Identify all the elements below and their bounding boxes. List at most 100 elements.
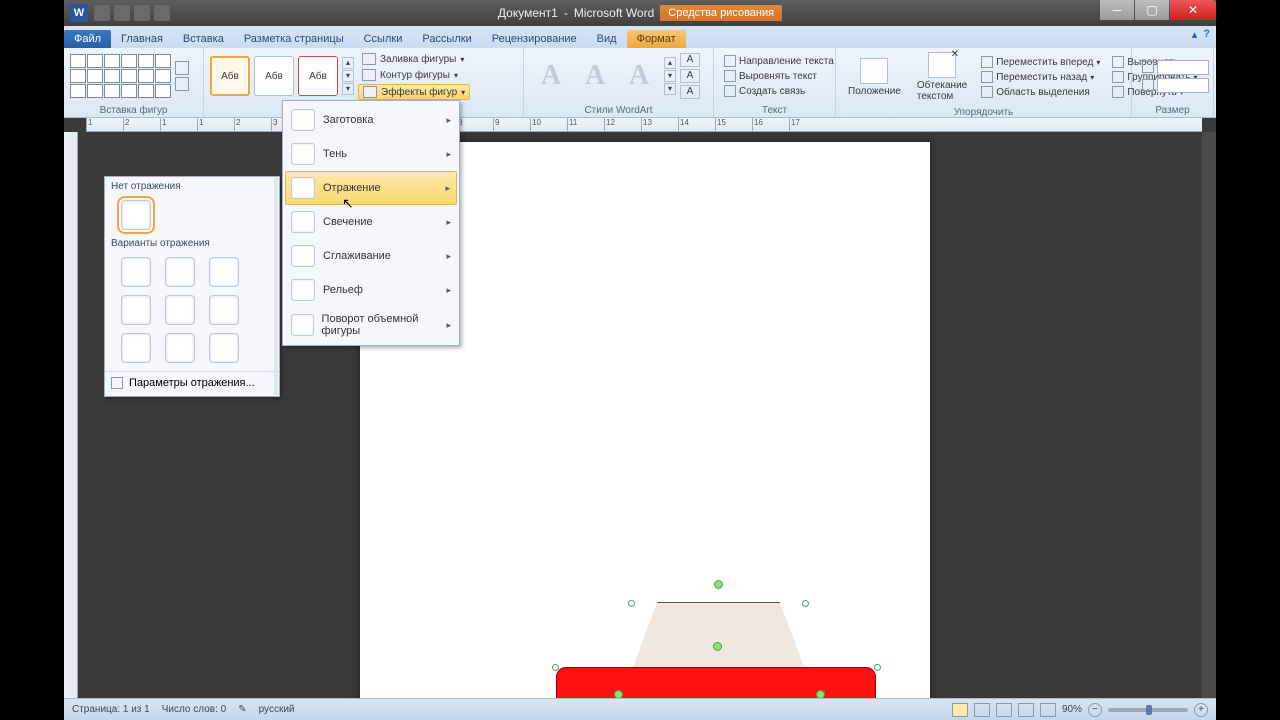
vertical-ruler[interactable] [64, 132, 78, 698]
wa-down-icon[interactable]: ▾ [664, 70, 676, 82]
close-button[interactable]: ✕ [1170, 0, 1216, 20]
qat-redo-icon[interactable] [134, 5, 150, 21]
vertical-scrollbar[interactable] [1202, 132, 1216, 698]
tab-file[interactable]: Файл [64, 30, 111, 48]
view-print-layout-icon[interactable] [952, 703, 968, 717]
view-web-icon[interactable] [996, 703, 1012, 717]
style-row-down-icon[interactable]: ▾ [342, 70, 354, 82]
reflection-variant-4[interactable] [121, 295, 151, 325]
tab-review[interactable]: Рецензирование [482, 30, 587, 48]
shape-style-1[interactable]: Абв [210, 56, 250, 96]
text-box-icon[interactable] [175, 77, 189, 91]
gallery-scrollbar[interactable] [274, 178, 278, 395]
rotation3d-icon [291, 314, 314, 336]
qat-customize-icon[interactable] [154, 5, 170, 21]
tab-mailings[interactable]: Рассылки [412, 30, 481, 48]
fx-soft-edges[interactable]: Сглаживание▸ [285, 239, 457, 273]
selection-handle[interactable] [552, 664, 559, 671]
tab-home[interactable]: Главная [111, 30, 173, 48]
shape-trapezoid[interactable] [631, 602, 806, 672]
text-outline-icon[interactable]: A [680, 69, 700, 83]
position-icon [860, 58, 888, 84]
shape-gallery[interactable] [70, 54, 171, 98]
style-row-up-icon[interactable]: ▴ [342, 57, 354, 69]
selection-handle[interactable] [628, 600, 635, 607]
text-fill-icon[interactable]: A [680, 53, 700, 67]
width-input[interactable] [1157, 78, 1209, 93]
shape-rounded-rect[interactable] [556, 667, 876, 698]
reflection-none[interactable] [121, 200, 151, 230]
zoom-in-button[interactable]: + [1194, 703, 1208, 717]
wrap-text-button[interactable]: ✕Обтекание текстом [911, 50, 973, 104]
qat-undo-icon[interactable] [114, 5, 130, 21]
reflection-variant-9[interactable] [209, 333, 239, 363]
reflection-variant-7[interactable] [121, 333, 151, 363]
help-icon[interactable]: ? [1203, 28, 1210, 41]
edit-shape-icon[interactable] [175, 61, 189, 75]
minimize-ribbon-icon[interactable]: ▴ [1192, 28, 1198, 41]
view-fullscreen-icon[interactable] [974, 703, 990, 717]
zoom-slider[interactable] [1108, 708, 1188, 712]
title-separator: - [564, 6, 568, 20]
reflection-variant-1[interactable] [121, 257, 151, 287]
qat-save-icon[interactable] [94, 5, 110, 21]
selection-handle[interactable] [874, 664, 881, 671]
tab-insert[interactable]: Вставка [173, 30, 234, 48]
shape-style-3[interactable]: Абв [298, 56, 338, 96]
style-more-icon[interactable]: ▾ [342, 83, 354, 95]
selection-pane-button[interactable]: Область выделения [977, 85, 1104, 99]
create-link-button[interactable]: Создать связь [720, 84, 838, 98]
reflection-variant-2[interactable] [165, 257, 195, 287]
reflection-variant-8[interactable] [165, 333, 195, 363]
bring-forward-button[interactable]: Переместить вперед▾ [977, 55, 1104, 69]
link-icon [724, 85, 736, 97]
reflection-variant-6[interactable] [209, 295, 239, 325]
wa-more-icon[interactable]: ▾ [664, 83, 676, 95]
fx-shadow[interactable]: Тень▸ [285, 137, 457, 171]
shape-width-field[interactable] [1138, 77, 1213, 94]
rotate-handle[interactable] [816, 690, 825, 698]
align-text-button[interactable]: Выровнять текст [720, 69, 838, 83]
fx-bevel[interactable]: Рельеф▸ [285, 273, 457, 307]
wa-up-icon[interactable]: ▴ [664, 57, 676, 69]
tab-view[interactable]: Вид [587, 30, 627, 48]
tab-format[interactable]: Формат [627, 30, 686, 48]
zoom-level[interactable]: 90% [1062, 704, 1082, 715]
maximize-button[interactable]: ▢ [1135, 0, 1169, 20]
shape-fill-button[interactable]: Заливка фигуры▾ [358, 52, 470, 66]
rotate-handle[interactable] [713, 642, 722, 651]
minimize-button[interactable]: ─ [1100, 0, 1134, 20]
shape-effects-button[interactable]: Эффекты фигур▾ [358, 84, 470, 100]
tab-page-layout[interactable]: Разметка страницы [234, 30, 354, 48]
position-button[interactable]: Положение [842, 56, 907, 99]
fx-preset[interactable]: Заготовка▸ [285, 103, 457, 137]
horizontal-ruler[interactable]: 1211234567891011121314151617 [86, 118, 1202, 132]
rotate-handle[interactable] [614, 690, 623, 698]
view-outline-icon[interactable] [1018, 703, 1034, 717]
shape-outline-button[interactable]: Контур фигуры▾ [358, 68, 470, 82]
reflection-options[interactable]: Параметры отражения... [105, 371, 279, 394]
text-direction-button[interactable]: Направление текста [720, 54, 838, 68]
zoom-out-button[interactable]: − [1088, 703, 1102, 717]
reflection-variant-5[interactable] [165, 295, 195, 325]
status-language[interactable]: русский [259, 704, 295, 715]
rotate-handle[interactable] [714, 580, 723, 589]
shape-height-field[interactable] [1138, 59, 1213, 76]
fx-3d-rotation[interactable]: Поворот объемной фигуры▸ [285, 307, 457, 343]
zoom-slider-thumb[interactable] [1146, 705, 1152, 715]
shape-style-2[interactable]: Абв [254, 56, 294, 96]
send-backward-button[interactable]: Переместить назад▾ [977, 70, 1104, 84]
reflection-variant-3[interactable] [209, 257, 239, 287]
fx-glow[interactable]: Свечение▸ [285, 205, 457, 239]
wordart-gallery[interactable]: AAA [530, 55, 660, 97]
fx-reflection[interactable]: Отражение▸ [285, 171, 457, 205]
selection-handle[interactable] [802, 600, 809, 607]
status-word-count[interactable]: Число слов: 0 [162, 704, 226, 715]
text-effects-icon[interactable]: A [680, 85, 700, 99]
no-reflection-header: Нет отражения [105, 177, 279, 196]
status-page[interactable]: Страница: 1 из 1 [72, 704, 150, 715]
tab-references[interactable]: Ссылки [354, 30, 413, 48]
proofing-icon[interactable]: ✎ [238, 704, 246, 715]
height-input[interactable] [1157, 60, 1209, 75]
view-draft-icon[interactable] [1040, 703, 1056, 717]
